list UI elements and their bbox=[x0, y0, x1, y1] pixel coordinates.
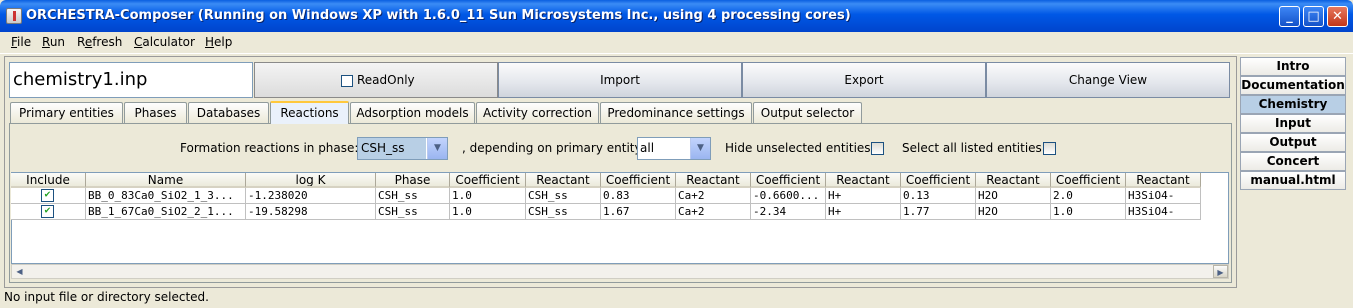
table-cell[interactable]: H3SiO4- bbox=[1126, 188, 1201, 204]
nav-button-chemistry[interactable]: Chemistry bbox=[1240, 95, 1346, 114]
table-cell[interactable]: 1.0 bbox=[1051, 204, 1126, 220]
table-cell[interactable]: H3SiO4- bbox=[1126, 204, 1201, 220]
column-header[interactable]: Coefficient bbox=[901, 173, 976, 188]
readonly-checkbox[interactable] bbox=[341, 75, 353, 87]
select-all-checkbox[interactable] bbox=[1043, 142, 1056, 155]
table-cell[interactable]: Ca+2 bbox=[676, 204, 751, 220]
status-bar-text: No input file or directory selected. bbox=[4, 290, 209, 304]
column-header[interactable]: log K bbox=[246, 173, 376, 188]
export-button[interactable]: Export bbox=[742, 62, 986, 98]
tab-reactions[interactable]: Reactions bbox=[270, 101, 349, 124]
table-cell[interactable]: 1.0 bbox=[450, 204, 526, 220]
minimize-button[interactable]: _ bbox=[1279, 6, 1300, 27]
column-header[interactable]: Coefficient bbox=[601, 173, 676, 188]
menu-bar bbox=[0, 32, 1353, 54]
horizontal-scrollbar[interactable] bbox=[11, 264, 1229, 279]
column-header[interactable]: Include bbox=[11, 173, 86, 188]
include-cell[interactable]: ✔ bbox=[11, 188, 86, 204]
column-header[interactable]: Coefficient bbox=[450, 173, 526, 188]
table-cell[interactable]: H+ bbox=[826, 188, 901, 204]
column-header[interactable]: Reactant bbox=[1126, 173, 1201, 188]
nav-button-documentation[interactable]: Documentation bbox=[1240, 76, 1346, 95]
table-cell[interactable]: 0.83 bbox=[601, 188, 676, 204]
close-button[interactable]: ✕ bbox=[1327, 6, 1348, 27]
menu-help-mnemonic: H bbox=[205, 35, 215, 49]
menu-run-mnemonic: R bbox=[42, 35, 50, 49]
depending-entity-label: , depending on primary entity: bbox=[462, 141, 645, 155]
menu-refresh-pre: R bbox=[77, 35, 85, 49]
hide-unselected-label: Hide unselected entities bbox=[725, 141, 871, 155]
menu-help-rest: elp bbox=[214, 35, 233, 49]
tab-phases[interactable]: Phases bbox=[124, 102, 187, 123]
scroll-right-icon[interactable]: ▶ bbox=[1213, 265, 1228, 278]
table-cell[interactable]: BB_1_67Ca0_SiO2_2_1... bbox=[86, 204, 246, 220]
menu-file-rest: ile bbox=[17, 35, 32, 49]
column-header[interactable]: Name bbox=[86, 173, 246, 188]
entity-combobox-value[interactable]: all bbox=[640, 141, 654, 155]
table-cell[interactable]: CSH_ss bbox=[376, 204, 450, 220]
table-cell[interactable]: 1.67 bbox=[601, 204, 676, 220]
table-cell[interactable]: -1.238020 bbox=[246, 188, 376, 204]
column-header[interactable]: Reactant bbox=[826, 173, 901, 188]
tab-adsorption-models[interactable]: Adsorption models bbox=[350, 102, 475, 123]
nav-button-input[interactable]: Input bbox=[1240, 114, 1346, 133]
menu-run-rest: un bbox=[49, 35, 66, 49]
entity-dropdown-arrow-icon[interactable]: ▼ bbox=[690, 138, 710, 159]
table-cell[interactable]: CSH_ss bbox=[526, 188, 601, 204]
nav-button-concert[interactable]: Concert bbox=[1240, 152, 1346, 171]
phase-dropdown-arrow-icon[interactable]: ▼ bbox=[427, 138, 447, 159]
column-header[interactable]: Reactant bbox=[526, 173, 601, 188]
include-cell[interactable]: ✔ bbox=[11, 204, 86, 220]
table-cell[interactable]: Ca+2 bbox=[676, 188, 751, 204]
scroll-left-icon[interactable]: ◀ bbox=[12, 265, 27, 278]
phase-combobox-value[interactable]: CSH_ss bbox=[358, 138, 426, 159]
menu-refresh[interactable]: Refresh bbox=[77, 35, 122, 49]
column-header[interactable]: Phase bbox=[376, 173, 450, 188]
table-cell[interactable]: CSH_ss bbox=[526, 204, 601, 220]
table-cell[interactable]: 2.0 bbox=[1051, 188, 1126, 204]
readonly-label: ReadOnly bbox=[357, 73, 415, 87]
nav-button-intro[interactable]: Intro bbox=[1240, 57, 1346, 76]
include-checkbox[interactable]: ✔ bbox=[41, 189, 54, 202]
table-cell[interactable]: BB_0_83Ca0_SiO2_1_3... bbox=[86, 188, 246, 204]
tab-activity-correction[interactable]: Activity correction bbox=[476, 102, 599, 123]
menu-calculator-rest: alculator bbox=[142, 35, 195, 49]
table-cell[interactable]: H2O bbox=[976, 204, 1051, 220]
table-cell[interactable]: -2.34 bbox=[751, 204, 826, 220]
hide-unselected-checkbox[interactable] bbox=[871, 142, 884, 155]
menu-run[interactable]: Run bbox=[42, 35, 65, 49]
app-icon[interactable] bbox=[6, 8, 22, 24]
import-button[interactable]: Import bbox=[498, 62, 742, 98]
table-cell[interactable]: -19.58298 bbox=[246, 204, 376, 220]
tab-output-selector[interactable]: Output selector bbox=[753, 102, 862, 123]
tab-primary-entities[interactable]: Primary entities bbox=[10, 102, 123, 123]
menu-file[interactable]: File bbox=[11, 35, 31, 49]
tab-predominance-settings[interactable]: Predominance settings bbox=[600, 102, 752, 123]
nav-button-output[interactable]: Output bbox=[1240, 133, 1346, 152]
tab-databases[interactable]: Databases bbox=[188, 102, 269, 123]
column-header[interactable]: Coefficient bbox=[1051, 173, 1126, 188]
select-all-label: Select all listed entities bbox=[902, 141, 1042, 155]
table-cell[interactable]: H2O bbox=[976, 188, 1051, 204]
maximize-button[interactable]: □ bbox=[1303, 6, 1324, 27]
table-cell[interactable]: H+ bbox=[826, 204, 901, 220]
column-header[interactable]: Reactant bbox=[676, 173, 751, 188]
filename-field[interactable]: chemistry1.inp bbox=[9, 62, 253, 98]
table-cell[interactable]: -0.6600... bbox=[751, 188, 826, 204]
include-checkbox[interactable]: ✔ bbox=[41, 205, 54, 218]
table-cell[interactable]: 1.77 bbox=[901, 204, 976, 220]
table-cell[interactable]: 1.0 bbox=[450, 188, 526, 204]
window-title: ORCHESTRA-Composer (Running on Windows X… bbox=[26, 8, 851, 23]
menu-help[interactable]: Help bbox=[205, 35, 232, 49]
menu-calculator[interactable]: Calculator bbox=[134, 35, 195, 49]
table-cell[interactable]: 0.13 bbox=[901, 188, 976, 204]
column-header[interactable]: Reactant bbox=[976, 173, 1051, 188]
change-view-button[interactable]: Change View bbox=[986, 62, 1230, 98]
nav-button-manual-html[interactable]: manual.html bbox=[1240, 171, 1346, 190]
menu-refresh-rest: fresh bbox=[92, 35, 123, 49]
formation-phase-label: Formation reactions in phase: bbox=[180, 141, 359, 155]
table-cell[interactable]: CSH_ss bbox=[376, 188, 450, 204]
column-header[interactable]: Coefficient bbox=[751, 173, 826, 188]
